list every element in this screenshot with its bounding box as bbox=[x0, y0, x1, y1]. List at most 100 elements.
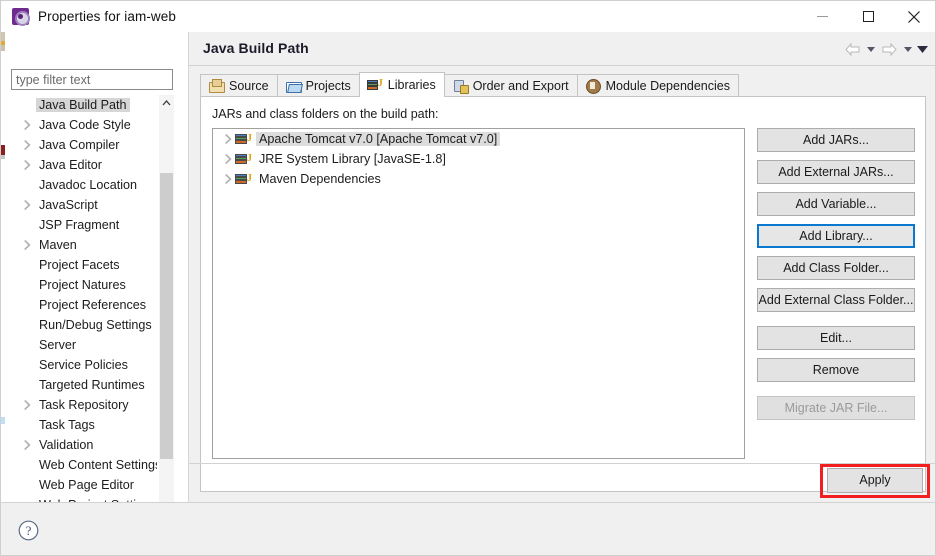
library-row[interactable]: J Apache Tomcat v7.0 [Apache Tomcat v7.0] bbox=[213, 129, 744, 149]
sidebar-item-validation[interactable]: Validation bbox=[11, 435, 157, 455]
caret-down-icon bbox=[917, 45, 928, 53]
expand-chevron-icon[interactable] bbox=[21, 200, 34, 210]
edit-button[interactable]: Edit... bbox=[757, 326, 915, 350]
sidebar-item-javadoc-location[interactable]: Javadoc Location bbox=[11, 175, 157, 195]
page-navigation bbox=[842, 40, 929, 58]
sidebar-item-label: Run/Debug Settings bbox=[39, 318, 152, 332]
chevron-right-icon bbox=[224, 134, 232, 144]
chevron-right-icon bbox=[24, 440, 31, 450]
library-row[interactable]: J JRE System Library [JavaSE-1.8] bbox=[213, 149, 744, 169]
sidebar-item-label: Targeted Runtimes bbox=[39, 378, 145, 392]
svg-text:?: ? bbox=[26, 523, 32, 538]
help-question-icon: ? bbox=[18, 520, 39, 541]
title-bar: Properties for iam-web bbox=[1, 1, 935, 32]
add-external-jars-button[interactable]: Add External JARs... bbox=[757, 160, 915, 184]
apply-button[interactable]: Apply bbox=[827, 468, 923, 493]
sidebar-item-javascript[interactable]: JavaScript bbox=[11, 195, 157, 215]
chevron-right-icon bbox=[24, 140, 31, 150]
page-header: Java Build Path bbox=[189, 32, 935, 65]
tab-label: Source bbox=[229, 78, 269, 93]
libraries-button-column: Add JARs... Add External JARs... Add Varia… bbox=[757, 128, 915, 428]
sidebar-vertical-scrollbar[interactable] bbox=[159, 95, 174, 515]
sidebar-item-java-editor[interactable]: Java Editor bbox=[11, 155, 157, 175]
expand-chevron-icon[interactable] bbox=[221, 154, 235, 164]
chevron-right-icon bbox=[24, 160, 31, 170]
eclipse-properties-icon bbox=[12, 8, 30, 26]
sidebar-item-targeted-runtimes[interactable]: Targeted Runtimes bbox=[11, 375, 157, 395]
expand-chevron-icon[interactable] bbox=[221, 174, 235, 184]
expand-chevron-icon[interactable] bbox=[21, 400, 34, 410]
tab-libraries[interactable]: J Libraries bbox=[358, 72, 445, 97]
add-external-class-folder-button[interactable]: Add External Class Folder... bbox=[757, 288, 915, 312]
sidebar-item-label: Javadoc Location bbox=[39, 178, 138, 192]
sidebar-item-task-repository[interactable]: Task Repository bbox=[11, 395, 157, 415]
expand-chevron-icon[interactable] bbox=[21, 140, 34, 150]
tab-label: Projects bbox=[305, 78, 351, 93]
sidebar-item-label: Web Content Settings bbox=[39, 458, 157, 472]
sidebar-item-label: JavaScript bbox=[39, 198, 98, 212]
scroll-up-button[interactable] bbox=[159, 95, 174, 111]
page-panel: Java Build Path Source Projects J Librar… bbox=[189, 32, 935, 502]
sidebar-item-label: Task Repository bbox=[39, 398, 129, 412]
sidebar-item-java-compiler[interactable]: Java Compiler bbox=[11, 135, 157, 155]
tab-module-dependencies[interactable]: Module Dependencies bbox=[576, 74, 739, 97]
properties-dialog: Properties for iam-web Java Build PathJa… bbox=[0, 0, 936, 556]
close-button[interactable] bbox=[891, 1, 935, 32]
library-label: JRE System Library [JavaSE-1.8] bbox=[259, 152, 446, 166]
libraries-list[interactable]: J Apache Tomcat v7.0 [Apache Tomcat v7.0]… bbox=[212, 128, 745, 459]
back-history-button[interactable] bbox=[864, 40, 877, 58]
expand-chevron-icon[interactable] bbox=[21, 240, 34, 250]
sidebar-item-java-code-style[interactable]: Java Code Style bbox=[11, 115, 157, 135]
tab-projects[interactable]: Projects bbox=[276, 74, 360, 97]
sidebar-item-server[interactable]: Server bbox=[11, 335, 157, 355]
order-export-icon bbox=[452, 78, 469, 94]
sidebar-item-project-natures[interactable]: Project Natures bbox=[11, 275, 157, 295]
sidebar-item-web-content-settings[interactable]: Web Content Settings bbox=[11, 455, 157, 475]
add-class-folder-button[interactable]: Add Class Folder... bbox=[757, 256, 915, 280]
tab-source[interactable]: Source bbox=[200, 74, 278, 97]
background-artifact bbox=[1, 417, 5, 424]
page-menu-button[interactable] bbox=[916, 40, 929, 58]
help-button[interactable]: ? bbox=[18, 520, 39, 541]
minimize-button[interactable] bbox=[799, 1, 845, 32]
caret-down-icon bbox=[903, 46, 912, 52]
sidebar-item-run-debug-settings[interactable]: Run/Debug Settings bbox=[11, 315, 157, 335]
sidebar-item-label: Java Code Style bbox=[39, 118, 131, 132]
expand-chevron-icon[interactable] bbox=[21, 160, 34, 170]
sidebar-item-label: JSP Fragment bbox=[39, 218, 120, 232]
add-jars-button[interactable]: Add JARs... bbox=[757, 128, 915, 152]
library-row[interactable]: J Maven Dependencies bbox=[213, 169, 744, 189]
settings-tree-panel: Java Build Path Java Code Style Java Compi… bbox=[1, 32, 188, 531]
sidebar-item-web-page-editor[interactable]: Web Page Editor bbox=[11, 475, 157, 495]
maximize-button[interactable] bbox=[845, 1, 891, 32]
sidebar-item-java-build-path[interactable]: Java Build Path bbox=[11, 95, 157, 115]
close-icon bbox=[908, 10, 920, 23]
filter-input[interactable] bbox=[11, 69, 173, 90]
remove-button[interactable]: Remove bbox=[757, 358, 915, 382]
sidebar-item-project-facets[interactable]: Project Facets bbox=[11, 255, 157, 275]
forward-button[interactable] bbox=[879, 40, 899, 58]
back-button[interactable] bbox=[842, 40, 862, 58]
sidebar-item-jsp-fragment[interactable]: JSP Fragment bbox=[11, 215, 157, 235]
sidebar-item-label: Service Policies bbox=[39, 358, 128, 372]
sidebar-item-task-tags[interactable]: Task Tags bbox=[11, 415, 157, 435]
tab-order-and-export[interactable]: Order and Export bbox=[443, 74, 578, 97]
caret-down-icon bbox=[866, 46, 875, 52]
add-variable-button[interactable]: Add Variable... bbox=[757, 192, 915, 216]
tab-bar: Source Projects J Libraries Order and Export… bbox=[200, 72, 739, 97]
expand-chevron-icon[interactable] bbox=[221, 134, 235, 144]
sidebar-scroll-thumb[interactable] bbox=[160, 173, 173, 459]
sidebar-item-project-references[interactable]: Project References bbox=[11, 295, 157, 315]
settings-tree[interactable]: Java Build Path Java Code Style Java Compi… bbox=[11, 95, 157, 515]
sidebar-item-label: Project Natures bbox=[39, 278, 126, 292]
expand-chevron-icon[interactable] bbox=[21, 120, 34, 130]
sidebar-item-service-policies[interactable]: Service Policies bbox=[11, 355, 157, 375]
expand-chevron-icon[interactable] bbox=[21, 440, 34, 450]
library-label: Maven Dependencies bbox=[259, 172, 381, 186]
chevron-right-icon bbox=[24, 200, 31, 210]
background-artifact bbox=[1, 32, 5, 41]
add-library-button[interactable]: Add Library... bbox=[757, 224, 915, 248]
sidebar-item-maven[interactable]: Maven bbox=[11, 235, 157, 255]
sidebar-item-label: Java Build Path bbox=[36, 98, 130, 112]
forward-history-button[interactable] bbox=[901, 40, 914, 58]
